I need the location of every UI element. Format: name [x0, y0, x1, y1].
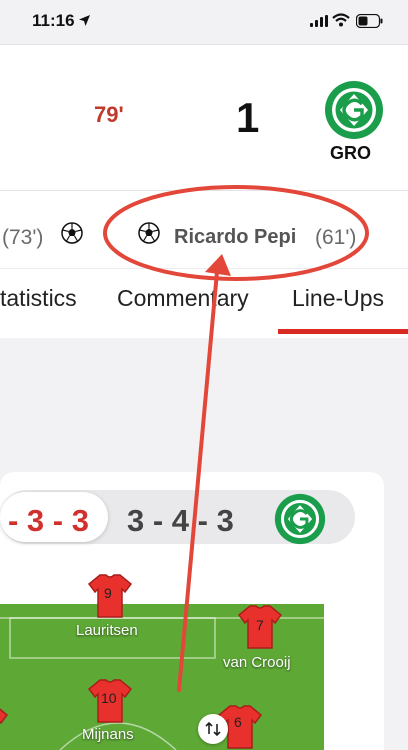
swap-arrows-icon [205, 721, 221, 737]
player-number: 7 [256, 617, 264, 633]
football-icon [61, 222, 83, 244]
player-shirt-partial[interactable] [0, 704, 8, 750]
fc-groningen-logo[interactable] [324, 80, 384, 140]
battery-icon [356, 14, 383, 28]
player-number: 6 [234, 714, 242, 730]
wifi-icon [332, 13, 350, 27]
team-abbreviation: GRO [330, 143, 372, 163]
player-number: 9 [104, 585, 112, 601]
player-number: 10 [101, 690, 117, 706]
player-name[interactable]: Lauritsen [76, 622, 138, 639]
tab-commentary[interactable]: Commentary [117, 285, 249, 312]
away-score: 1 [236, 94, 260, 141]
tab-statistics[interactable]: tatistics [0, 285, 77, 312]
football-icon [138, 222, 160, 244]
substitution-button[interactable] [198, 714, 228, 744]
location-arrow-icon [79, 15, 90, 26]
cellular-signal-icon [310, 15, 328, 27]
away-formation[interactable]: 3 - 4 - 3 [127, 503, 234, 539]
player-name[interactable]: Mijnans [82, 726, 134, 743]
goal-minute: (73') [2, 226, 44, 249]
fc-groningen-logo[interactable] [274, 493, 326, 545]
goal-minute: (61') [315, 226, 357, 249]
status-time: 11:16 [32, 11, 75, 30]
tab-line-ups[interactable]: Line-Ups [292, 285, 384, 312]
active-tab-indicator [278, 329, 408, 334]
match-minute: 79' [94, 102, 124, 127]
player-name[interactable]: van Crooij [223, 654, 291, 671]
home-formation: - 3 - 3 [8, 503, 89, 538]
goal-scorer-name[interactable]: Ricardo Pepi [174, 226, 296, 249]
